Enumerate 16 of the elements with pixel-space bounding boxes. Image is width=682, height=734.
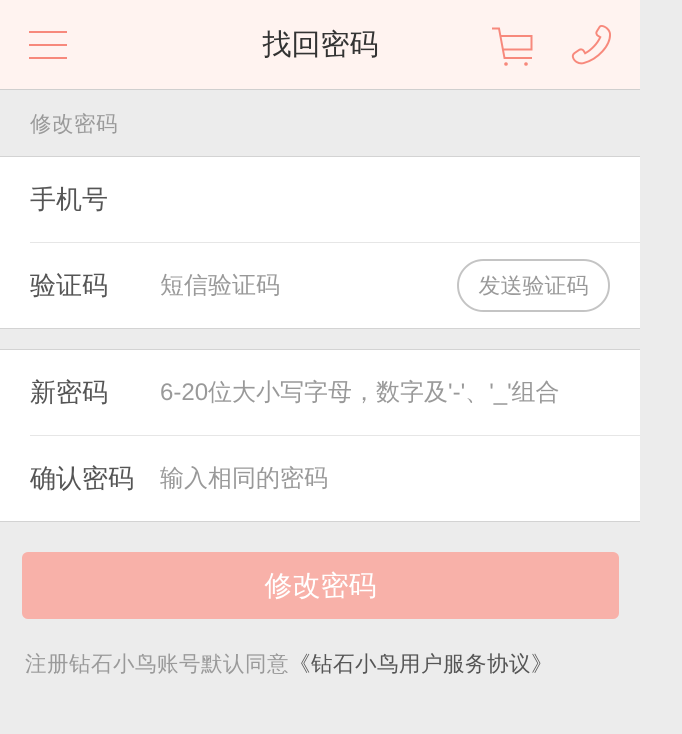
input-field[interactable]: 短信验证码 [160, 266, 457, 306]
field-label: 手机号 [30, 183, 109, 216]
input-field[interactable]: 6-20位大小写字母，数字及'-'、'_'组合 [160, 372, 610, 412]
menu-icon[interactable] [29, 30, 67, 58]
agreement-link[interactable]: 《钻石小鸟用户服务协议》 [289, 652, 553, 676]
send-code-button[interactable]: 发送验证码 [457, 259, 610, 312]
submit-button[interactable]: 修改密码 [22, 552, 619, 619]
phone-icon[interactable] [571, 24, 612, 65]
input-field[interactable]: 输入相同的密码 [160, 458, 610, 498]
field-label: 新密码 [30, 376, 109, 409]
field-label: 验证码 [30, 269, 109, 302]
field-label: 确认密码 [30, 462, 135, 495]
page-title: 找回密码 [262, 28, 378, 62]
cart-icon[interactable] [491, 27, 533, 66]
section-label: 修改密码 [30, 110, 118, 138]
agreement-text: 注册钻石小鸟账号默认同意《钻石小鸟用户服务协议》 [25, 651, 554, 678]
